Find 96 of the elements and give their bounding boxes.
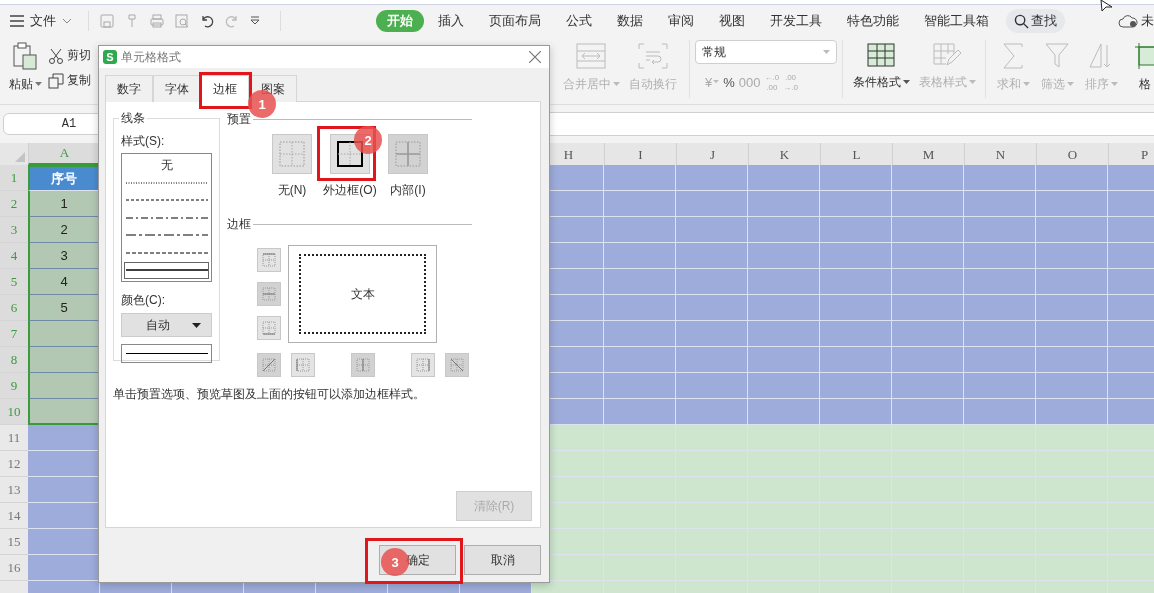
dialog-tab[interactable]: 字体 (153, 75, 201, 102)
save-icon[interactable] (99, 13, 115, 29)
line-style-list[interactable]: 无 (121, 153, 212, 282)
grid-icon (867, 43, 895, 67)
customize-icon[interactable] (249, 15, 261, 27)
ribbon-tab[interactable]: 公式 (555, 10, 603, 32)
row-header[interactable]: 14 (0, 503, 28, 529)
ribbon-tab[interactable]: 开发工具 (759, 10, 833, 32)
search-button[interactable]: 查找 (1006, 9, 1065, 33)
border-icon (261, 357, 277, 373)
preset-label: 内部(I) (390, 182, 426, 199)
cut-button[interactable]: 剪切 (48, 47, 91, 64)
border-button[interactable] (291, 353, 315, 377)
ribbon-tab[interactable]: 审阅 (657, 10, 705, 32)
table-cell: 1 (28, 191, 100, 217)
copy-button[interactable]: 复制 (48, 72, 91, 89)
print-preview-icon[interactable] (174, 13, 190, 29)
row-header[interactable]: 16 (0, 555, 28, 581)
row-header[interactable]: 13 (0, 477, 28, 503)
border-icon (261, 320, 277, 336)
menu-icon (10, 15, 24, 27)
border-preset-icon (394, 140, 422, 168)
table-cell (28, 399, 100, 425)
ribbon-tab[interactable]: 数据 (606, 10, 654, 32)
style-label: 样式(S): (121, 133, 166, 150)
dialog-tab[interactable]: 边框 (201, 75, 249, 103)
border-icon (261, 286, 277, 302)
ribbon-tab[interactable]: 页面布局 (478, 10, 552, 32)
table-cell: 序号 (28, 165, 100, 191)
border-preset-icon (278, 140, 306, 168)
border-icon (295, 357, 311, 373)
border-button[interactable] (411, 353, 435, 377)
sort-icon (1089, 43, 1113, 69)
caret-icon (62, 18, 72, 24)
cancel-button[interactable]: 取消 (464, 545, 541, 575)
row-header[interactable]: 11 (0, 425, 28, 451)
number-format-button[interactable]: % (723, 70, 735, 94)
color-dropdown[interactable]: 自动 (121, 313, 212, 337)
row-header[interactable]: 12 (0, 451, 28, 477)
line-style-option[interactable]: 无 (124, 156, 209, 174)
preview-text: 文本 (350, 285, 375, 303)
border-icon (449, 357, 465, 373)
dialog-title: 单元格格式 (121, 48, 181, 66)
table-cell (28, 347, 100, 373)
table-cell: 5 (28, 295, 100, 321)
app-logo: S (103, 50, 117, 64)
table-pencil-icon (933, 43, 961, 67)
border-icon (261, 252, 277, 268)
table-cell: 2 (28, 217, 100, 243)
ribbon-tab[interactable]: 插入 (427, 10, 475, 32)
border-preset-icon (336, 140, 364, 168)
section-title: 边框 (227, 215, 251, 233)
caret-icon (192, 322, 201, 328)
border-icon (355, 357, 371, 373)
sigma-icon (1002, 43, 1024, 69)
color-label: 颜色(C): (121, 292, 166, 309)
paste-button[interactable]: 粘贴 (8, 40, 42, 93)
dialog-tab[interactable]: 数字 (105, 75, 153, 102)
close-icon[interactable] (529, 51, 541, 63)
clipboard-icon (12, 42, 38, 70)
copy-icon (48, 72, 64, 89)
funnel-icon (1045, 43, 1069, 69)
undo-icon[interactable] (199, 13, 215, 29)
table-cell (28, 321, 100, 347)
sync-status-button[interactable]: 未 (1118, 12, 1154, 30)
scissors-icon (48, 47, 64, 64)
ribbon-button[interactable]: 格 (1123, 40, 1154, 93)
table-cell: 3 (28, 243, 100, 269)
ribbon-button[interactable]: 条件格式 (848, 40, 914, 91)
wrap-text-icon (638, 43, 668, 69)
corner-triangle-icon (15, 152, 25, 162)
section-title: 预置 (227, 110, 251, 128)
ribbon-tab[interactable]: 特色功能 (836, 10, 910, 32)
table-cell: 4 (28, 269, 100, 295)
caret-icon (34, 82, 42, 87)
file-menu[interactable]: 文件 (10, 10, 78, 32)
row-column-icon (1135, 43, 1154, 69)
border-button[interactable] (257, 248, 281, 272)
hint-text: 单击预置选项、预览草图及上面的按钮可以添加边框样式。 (113, 386, 426, 403)
row-header[interactable]: 15 (0, 529, 28, 555)
search-icon (1014, 13, 1029, 29)
cloud-icon (1118, 14, 1138, 28)
merge-cells-icon (576, 43, 606, 69)
caret-icon (823, 49, 830, 55)
border-button[interactable] (257, 316, 281, 340)
line-style-option[interactable] (124, 261, 209, 279)
preset-label: 无(N) (277, 182, 307, 199)
print-icon[interactable] (149, 13, 165, 29)
table-cell (28, 373, 100, 399)
preset-label: 外边框(O) (323, 182, 377, 199)
ribbon-tab[interactable]: 智能工具箱 (913, 10, 1000, 32)
border-icon (415, 357, 431, 373)
redo-icon[interactable] (224, 13, 240, 29)
ribbon-tab[interactable]: 视图 (708, 10, 756, 32)
number-format-dropdown[interactable]: 常规 (695, 40, 837, 64)
border-preview[interactable]: 文本 (288, 245, 437, 343)
